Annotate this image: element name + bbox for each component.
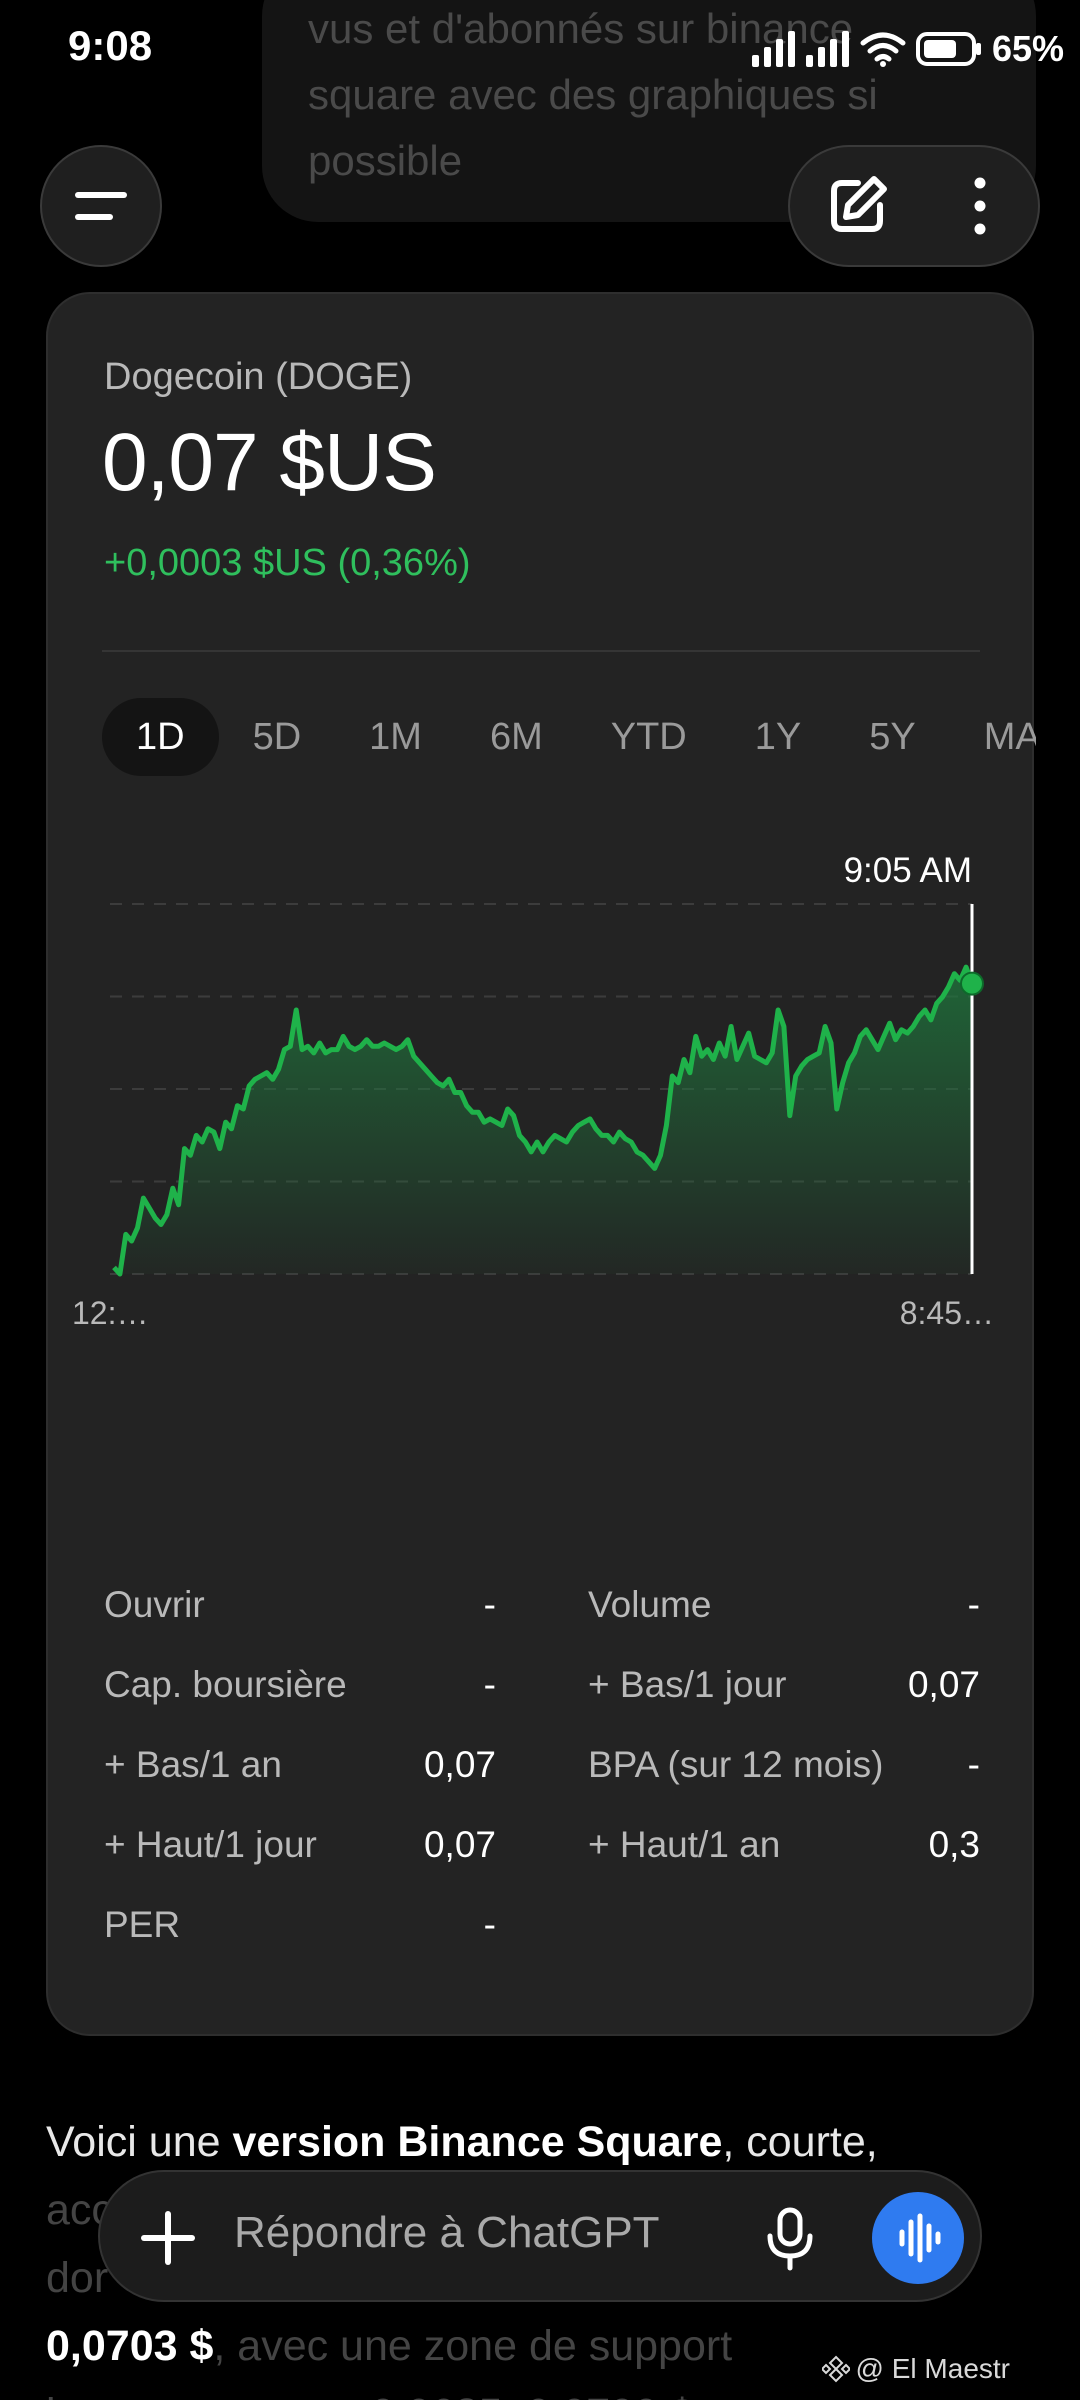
reply-bold-segment: version Binance Square [232,2118,723,2166]
stat-value: - [483,1584,496,1625]
stat-label: Cap. boursière [104,1664,347,1705]
reply-input[interactable]: Répondre à ChatGPT [234,2208,660,2258]
reply-line: Voici une version Binance Square, courte… [46,2108,1046,2176]
stat-label: Ouvrir [104,1584,205,1625]
tab-period-6m[interactable]: 6M [456,698,577,776]
stat-high-1d: + Haut/1 jour 0,07 [104,1824,496,1884]
price-change: +0,0003 $US (0,36%) [104,542,471,584]
chart-cursor-dot [960,971,984,996]
battery-icon [915,32,981,66]
stat-low-1y: + Bas/1 an 0,07 [104,1744,496,1804]
tab-period-ytd[interactable]: YTD [577,698,721,776]
reply-text-segment: , courte, [722,2118,878,2166]
battery-percentage: 65% [991,28,1064,69]
watermark: @ El Maestr [821,2353,1010,2385]
stat-market-cap: Cap. boursière - [104,1664,496,1724]
reply-bold-segment: 0,0703 $ [46,2322,214,2370]
stat-label: BPA (sur 12 mois) [588,1744,884,1785]
new-chat-edit-icon[interactable] [822,171,892,241]
chart-cursor-label: 9:05 AM [844,851,972,890]
stat-value: 0,07 [423,1744,496,1785]
tab-period-1m[interactable]: 1M [335,698,456,776]
stock-card: Dogecoin (DOGE) 0,07 $US +0,0003 $US (0,… [46,292,1036,2036]
reply-text-segment: , avec une zone de support [213,2322,733,2370]
x-axis-end-label: 8:45… [900,1295,994,1331]
stat-label: + Haut/1 jour [104,1824,317,1865]
watermark-text: @ El Maestr [855,2353,1010,2384]
stat-label: + Bas/1 jour [588,1664,787,1705]
x-axis-start-label: 12:… [72,1295,148,1331]
status-bar: 9:08 65% [0,0,1080,100]
stat-value: - [483,1904,496,1945]
stat-high-1y: + Haut/1 an 0,3 [588,1824,980,1884]
asset-name: Dogecoin (DOGE) [104,356,413,398]
voice-mode-button[interactable] [872,2192,964,2284]
stat-value: - [967,1744,980,1785]
stat-value: 0,07 [907,1664,980,1705]
asset-price: 0,07 $US [102,417,437,508]
stat-value: - [483,1664,496,1705]
microphone-icon[interactable] [750,2198,830,2278]
stat-low-1d: + Bas/1 jour 0,07 [588,1664,980,1724]
top-actions-group [788,145,1040,267]
stat-open: Ouvrir - [104,1584,496,1644]
status-time: 9:08 [68,22,153,69]
menu-icon [75,192,127,220]
stat-label: Volume [588,1584,712,1625]
tab-period-5y[interactable]: 5Y [835,698,949,776]
message-composer[interactable]: Répondre à ChatGPT [98,2170,982,2302]
price-chart[interactable]: 9:05 AM 12:… 8:45… [48,834,1036,1394]
chart-area-fill [114,967,972,1274]
wifi-icon [860,32,906,67]
status-icons: 65% [751,24,1064,74]
reply-text-segment: Voici une [46,2118,233,2166]
sidebar-menu-button[interactable] [40,145,162,267]
cellular-signal-icon [751,31,795,67]
stat-value: 0,07 [423,1824,496,1865]
more-options-icon[interactable] [960,171,1000,241]
tab-period-5d[interactable]: 5D [219,698,336,776]
stat-label: + Bas/1 an [104,1744,282,1785]
card-divider [102,650,980,652]
voice-waveform-icon [899,2213,941,2263]
tab-period-ma[interactable]: MA [950,698,1036,776]
stat-label: + Haut/1 an [588,1824,781,1865]
tab-period-1y[interactable]: 1Y [721,698,835,776]
stat-per: PER - [104,1904,496,1964]
stat-value: 0,3 [928,1824,980,1865]
tab-period-1d[interactable]: 1D [102,698,219,776]
stat-bpa: BPA (sur 12 mois) - [588,1744,980,1804]
period-tabs: 1D 5D 1M 6M YTD 1Y 5Y MA [102,698,1036,778]
cellular-signal-2-icon [805,31,849,67]
binance-logo-icon [821,2355,850,2383]
stat-value: - [967,1584,980,1625]
stat-label: PER [104,1904,181,1945]
add-attachment-icon[interactable] [128,2198,208,2278]
stat-volume: Volume - [588,1584,980,1644]
